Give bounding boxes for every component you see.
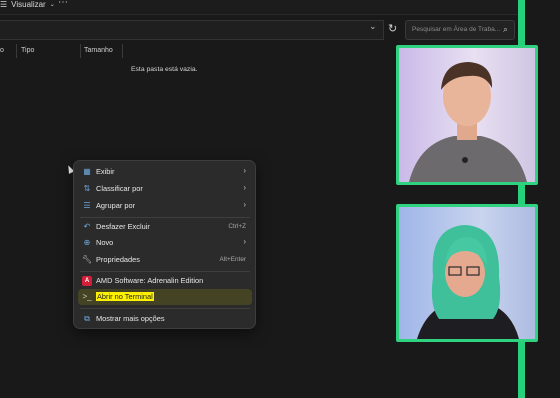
menu-item-novo[interactable]: ⊕ Novo ›: [78, 235, 252, 251]
view-label: Visualizar: [11, 0, 46, 9]
context-menu: ▦ Exibir › ⇅ Classificar por › ☰ Agrupar…: [73, 160, 256, 329]
more-icon[interactable]: ⋯: [58, 0, 68, 8]
menu-item-label: Exibir: [96, 167, 115, 176]
command-bar: ☰ Visualizar ⌄ ⋯: [0, 0, 520, 15]
terminal-icon: >_: [82, 292, 92, 301]
menu-item-label: Desfazer Excluir: [96, 222, 150, 231]
new-icon: ⊕: [83, 238, 91, 247]
menu-item-label: Propriedades: [96, 255, 140, 264]
view-icon: ☰: [0, 0, 8, 9]
shortcut-label: Ctrl+Z: [228, 223, 246, 230]
search-input[interactable]: Pesquisar em Área de Traba... ⌕: [405, 20, 515, 40]
webcam-feed-top: [396, 45, 538, 185]
view-menu-button[interactable]: ☰ Visualizar ⌄: [0, 0, 55, 9]
menu-item-agrupar[interactable]: ☰ Agrupar por ›: [78, 198, 252, 214]
chevron-down-icon[interactable]: ⌄: [369, 21, 377, 32]
chevron-right-icon: ›: [243, 200, 246, 209]
empty-folder-message: Esta pasta está vazia.: [131, 66, 198, 73]
menu-item-mais-opcoes[interactable]: ⧉ Mostrar mais opções: [78, 311, 252, 327]
person-silhouette-top: [409, 62, 527, 182]
sort-icon: ⇅: [83, 184, 91, 193]
column-header-size[interactable]: Tamanho: [84, 44, 113, 58]
chevron-right-icon: ›: [243, 183, 246, 192]
refresh-icon[interactable]: ↻: [388, 22, 397, 35]
column-header-type[interactable]: Tipo: [21, 44, 34, 58]
menu-item-label: Agrupar por: [96, 201, 136, 210]
undo-icon: ↶: [83, 222, 91, 231]
webcam-feed-bottom: [396, 204, 538, 342]
search-placeholder: Pesquisar em Área de Traba...: [412, 26, 501, 33]
menu-separator: [80, 271, 250, 272]
person-silhouette-bottom: [417, 225, 519, 339]
menu-item-desfazer[interactable]: ↶ Desfazer Excluir Ctrl+Z: [78, 219, 252, 235]
column-separator[interactable]: [16, 44, 17, 58]
menu-item-label: Novo: [96, 238, 114, 247]
menu-item-label: AMD Software: Adrenalin Edition: [96, 276, 204, 285]
menu-item-propriedades[interactable]: 🔧︎ Propriedades Alt+Enter: [78, 252, 252, 268]
menu-separator: [80, 217, 250, 218]
chevron-right-icon: ›: [243, 237, 246, 246]
menu-item-exibir[interactable]: ▦ Exibir ›: [78, 164, 252, 180]
group-icon: ☰: [83, 201, 91, 210]
column-separator[interactable]: [80, 44, 81, 58]
search-icon[interactable]: ⌕: [503, 24, 508, 35]
chevron-right-icon: ›: [243, 166, 246, 175]
shortcut-label: Alt+Enter: [219, 256, 246, 263]
view-grid-icon: ▦: [83, 167, 91, 176]
amd-icon: A: [82, 276, 92, 286]
menu-item-label: Classificar por: [96, 184, 143, 193]
menu-item-label: Abrir no Terminal: [96, 292, 154, 301]
menu-separator: [80, 308, 250, 309]
column-header-partial[interactable]: o: [0, 44, 4, 58]
menu-item-classificar[interactable]: ⇅ Classificar por ›: [78, 181, 252, 197]
menu-item-abrir-terminal[interactable]: >_ Abrir no Terminal: [78, 289, 252, 305]
column-separator[interactable]: [122, 44, 123, 58]
address-bar[interactable]: [0, 20, 384, 40]
menu-item-label: Mostrar mais opções: [96, 314, 165, 323]
menu-item-amd[interactable]: A AMD Software: Adrenalin Edition: [78, 273, 252, 289]
properties-icon: 🔧︎: [82, 255, 93, 264]
chevron-down-icon: ⌄: [49, 2, 55, 8]
more-options-icon: ⧉: [84, 314, 90, 323]
